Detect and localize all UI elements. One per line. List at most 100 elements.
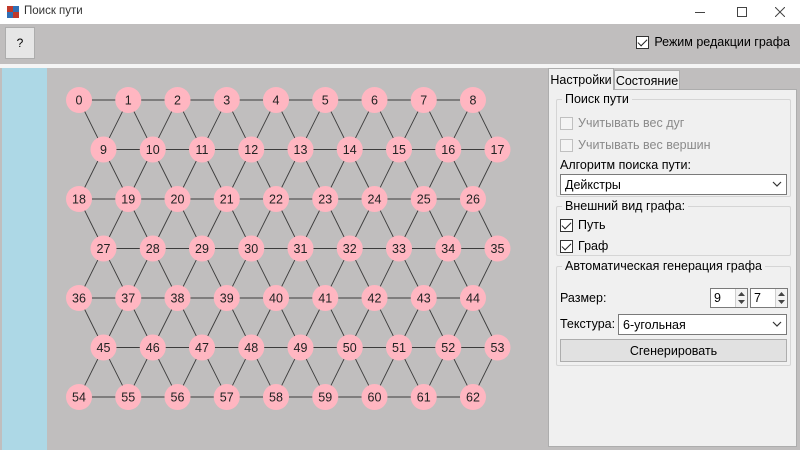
graph-node[interactable]: 23: [312, 186, 339, 212]
maximize-button[interactable]: [722, 0, 762, 24]
graph-node[interactable]: 13: [287, 136, 314, 163]
graph-node[interactable]: 25: [410, 186, 437, 212]
graph-node[interactable]: 59: [312, 384, 339, 410]
vertex-weight-check-box[interactable]: [560, 138, 573, 152]
graph-node[interactable]: 57: [213, 384, 240, 410]
graph-node[interactable]: 14: [336, 136, 363, 163]
edit-mode-checkbox[interactable]: Режим редакции графа: [636, 35, 790, 49]
minimize-button[interactable]: [680, 0, 720, 24]
graph-node[interactable]: 7: [410, 87, 437, 113]
graph-node[interactable]: 38: [164, 285, 191, 311]
edit-mode-label: Режим редакции графа: [654, 35, 790, 49]
graph-node-label: 49: [294, 341, 308, 355]
graph-svg[interactable]: 0 1 2 3 4 5 6 7 89 10 11 12 13 14 15 16 1718 19 20 21 22 23 24…: [47, 68, 543, 450]
generation-group: Автоматическая генерация графа Размер: 9…: [556, 259, 791, 366]
graph-node[interactable]: 17: [484, 136, 511, 163]
graph-node[interactable]: 31: [287, 235, 314, 262]
graph-node[interactable]: 6: [361, 87, 388, 113]
graph-node[interactable]: 32: [336, 235, 363, 262]
graph-node[interactable]: 36: [66, 285, 92, 311]
spin-up-icon[interactable]: [736, 289, 747, 298]
size-height-spinner[interactable]: 7: [750, 288, 788, 308]
path-checkbox[interactable]: Путь: [560, 218, 605, 232]
spin-down-icon[interactable]: [776, 298, 787, 307]
graph-node[interactable]: 35: [484, 235, 511, 262]
graph-node[interactable]: 61: [410, 384, 437, 410]
graph-node[interactable]: 24: [361, 186, 388, 212]
algorithm-select[interactable]: Дейкстры: [560, 174, 787, 195]
edit-mode-check-box[interactable]: [636, 35, 650, 49]
graph-node[interactable]: 11: [189, 136, 215, 163]
graph-node[interactable]: 28: [139, 235, 166, 262]
graph-node[interactable]: 34: [435, 235, 462, 262]
graph-node[interactable]: 52: [435, 334, 462, 361]
graph-node[interactable]: 45: [90, 334, 117, 361]
graph-node[interactable]: 53: [484, 334, 511, 361]
vertex-weight-checkbox[interactable]: Учитывать вес вершин: [560, 138, 711, 152]
arc-weight-checkbox[interactable]: Учитывать вес дуг: [560, 116, 684, 130]
graph-node[interactable]: 60: [361, 384, 388, 410]
graph-node[interactable]: 42: [361, 285, 388, 311]
texture-select[interactable]: 6-угольная: [618, 314, 787, 335]
graph-node[interactable]: 37: [115, 285, 142, 311]
graph-node[interactable]: 3: [213, 87, 240, 113]
graph-node[interactable]: 33: [386, 235, 412, 262]
graph-node[interactable]: 56: [164, 384, 191, 410]
graph-checkbox[interactable]: Граф: [560, 239, 608, 253]
graph-node[interactable]: 49: [287, 334, 314, 361]
spin-down-icon[interactable]: [736, 298, 747, 307]
graph-node[interactable]: 16: [435, 136, 462, 163]
graph-check-box[interactable]: [560, 239, 573, 253]
graph-node[interactable]: 41: [312, 285, 339, 311]
graph-node[interactable]: 8: [460, 87, 486, 113]
graph-node[interactable]: 30: [238, 235, 265, 262]
graph-node-label: 35: [491, 242, 505, 256]
graph-node[interactable]: 2: [164, 87, 191, 113]
graph-node-label: 47: [195, 341, 209, 355]
graph-node[interactable]: 12: [238, 136, 265, 163]
graph-node[interactable]: 51: [386, 334, 412, 361]
graph-node[interactable]: 50: [336, 334, 363, 361]
graph-canvas[interactable]: 0 1 2 3 4 5 6 7 8 9 10 11 12 13 14 15 16 17 18 19 20 21 22 23 24…: [47, 68, 543, 450]
graph-node[interactable]: 21: [213, 186, 240, 212]
generate-button[interactable]: Сгенерировать: [560, 339, 787, 362]
graph-node[interactable]: 40: [263, 285, 289, 311]
graph-node[interactable]: 48: [238, 334, 265, 361]
graph-node[interactable]: 55: [115, 384, 142, 410]
graph-node[interactable]: 15: [386, 136, 412, 163]
graph-node[interactable]: 20: [164, 186, 191, 212]
graph-node[interactable]: 62: [460, 384, 486, 410]
graph-node-label: 44: [466, 292, 480, 306]
main-area: 0 1 2 3 4 5 6 7 8 9 10 11 12 13 14 15 16 17 18 19 20 21 22 23 24…: [0, 68, 800, 450]
graph-node[interactable]: 47: [189, 334, 215, 361]
graph-node[interactable]: 46: [139, 334, 166, 361]
help-button[interactable]: ?: [5, 27, 35, 59]
graph-node[interactable]: 5: [312, 87, 339, 113]
graph-node[interactable]: 4: [263, 87, 289, 113]
graph-node[interactable]: 44: [460, 285, 486, 311]
graph-node[interactable]: 54: [66, 384, 92, 410]
graph-node[interactable]: 39: [213, 285, 240, 311]
graph-node[interactable]: 0: [66, 87, 92, 113]
tab-state[interactable]: Состояние: [614, 70, 680, 90]
spin-up-icon[interactable]: [776, 289, 787, 298]
arc-weight-check-box[interactable]: [560, 116, 573, 130]
graph-node[interactable]: 26: [460, 186, 486, 212]
graph-node[interactable]: 29: [189, 235, 215, 262]
graph-node[interactable]: 19: [115, 186, 142, 212]
graph-node[interactable]: 43: [410, 285, 437, 311]
chevron-down-icon: [772, 321, 782, 327]
graph-node[interactable]: 58: [263, 384, 289, 410]
graph-node[interactable]: 27: [90, 235, 117, 262]
graph-node-label: 1: [125, 94, 132, 108]
tab-settings[interactable]: Настройки: [548, 68, 614, 90]
graph-node[interactable]: 1: [115, 87, 142, 113]
path-check-box[interactable]: [560, 218, 573, 232]
graph-node[interactable]: 18: [66, 186, 92, 212]
graph-node[interactable]: 9: [90, 136, 117, 163]
close-button[interactable]: [760, 0, 800, 24]
graph-node[interactable]: 22: [263, 186, 289, 212]
graph-node[interactable]: 10: [139, 136, 166, 163]
size-width-spinner[interactable]: 9: [710, 288, 748, 308]
settings-panel: Настройки Состояние Поиск пути Учитывать…: [545, 68, 800, 450]
